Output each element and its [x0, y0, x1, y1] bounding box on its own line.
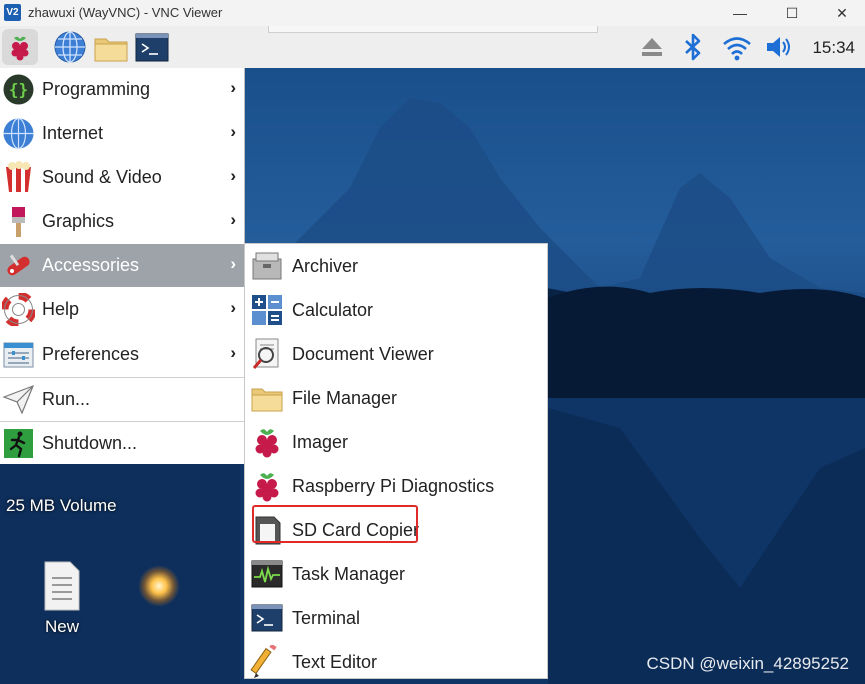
submenu-item-document-viewer[interactable]: Document Viewer [245, 332, 547, 376]
volume-drive-label[interactable]: 25 MB Volume [6, 496, 117, 516]
maximize-button[interactable]: ☐ [769, 0, 815, 26]
menu-item-label: Accessories [42, 255, 140, 275]
help-icon [0, 291, 37, 328]
taskbar: 15:34 [0, 26, 865, 69]
applications-menu: {} Programming › Internet › Sound & Vide… [0, 68, 245, 464]
sd-card-copier-highlight [252, 505, 418, 543]
submenu-item-label: Calculator [292, 300, 374, 320]
volume-icon[interactable] [762, 29, 798, 65]
submenu-item-raspberry-pi-diagnostics[interactable]: Raspberry Pi Diagnostics [245, 464, 547, 508]
text-editor-icon [250, 643, 284, 679]
menu-item-graphics[interactable]: Graphics › [0, 200, 244, 243]
sound-video-icon [2, 161, 35, 194]
eject-icon[interactable] [634, 29, 670, 65]
internet-icon [2, 117, 35, 150]
submenu-item-label: Imager [292, 432, 349, 452]
submenu-item-label: Document Viewer [292, 344, 434, 364]
chevron-right-icon: › [230, 343, 236, 362]
new-file-icon[interactable] [42, 560, 82, 612]
close-button[interactable]: ✕ [819, 0, 865, 26]
chevron-right-icon: › [230, 254, 236, 273]
watermark-text: CSDN @weixin_42895252 [646, 654, 849, 673]
new-file-label[interactable]: New [45, 617, 79, 637]
bluetooth-icon[interactable] [675, 29, 711, 65]
submenu-item-file-manager[interactable]: File Manager [245, 376, 547, 420]
run-icon [2, 383, 35, 416]
menu-item-label: Help [42, 299, 80, 319]
raspberry-icon [250, 469, 284, 503]
folder-icon [250, 381, 284, 415]
menu-item-label: Internet [42, 123, 104, 143]
chevron-right-icon: › [230, 298, 236, 317]
shutdown-icon [2, 427, 35, 460]
menu-item-label: Graphics [42, 211, 115, 231]
preferences-icon [2, 338, 35, 371]
submenu-item-terminal[interactable]: Terminal [245, 596, 547, 640]
menu-item-preferences[interactable]: Preferences › [0, 333, 244, 376]
submenu-item-label: Archiver [292, 256, 359, 276]
accessories-icon [2, 249, 35, 282]
menu-item-label: Preferences [42, 344, 140, 364]
minimize-button[interactable]: — [717, 0, 763, 26]
menu-item-accessories[interactable]: Accessories › [0, 244, 244, 287]
programming-icon: {} [2, 73, 35, 106]
graphics-icon [2, 205, 35, 238]
lantern-light [138, 565, 180, 607]
menu-item-help[interactable]: Help › [0, 288, 244, 331]
document-viewer-icon [250, 337, 284, 371]
menu-item-label: Run... [42, 389, 91, 409]
vnc-logo-icon: V2 [4, 4, 21, 21]
wifi-icon[interactable] [719, 29, 755, 65]
svg-text:{}: {} [9, 80, 28, 99]
submenu-item-label: File Manager [292, 388, 398, 408]
menu-item-label: Shutdown... [42, 433, 138, 453]
clock[interactable]: 15:34 [812, 38, 855, 58]
submenu-item-text-editor[interactable]: Text Editor [245, 640, 547, 684]
chevron-right-icon: › [230, 210, 236, 229]
window-title: zhawuxi (WayVNC) - VNC Viewer [28, 5, 223, 20]
terminal-icon[interactable] [134, 29, 170, 65]
raspberry-pi-menu-icon[interactable] [2, 29, 38, 65]
terminal-icon [250, 601, 284, 635]
submenu-item-label: Terminal [292, 608, 361, 628]
submenu-item-imager[interactable]: Imager [245, 420, 547, 464]
archiver-icon [250, 249, 284, 283]
web-browser-icon[interactable] [52, 29, 88, 65]
submenu-item-archiver[interactable]: Archiver [245, 244, 547, 288]
chevron-right-icon: › [230, 166, 236, 185]
accessories-submenu: Archiver Calculator Document Viewer File… [244, 243, 548, 679]
raspberry-icon [250, 425, 284, 459]
submenu-item-label: Text Editor [292, 652, 378, 672]
submenu-item-label: Task Manager [292, 564, 406, 584]
submenu-item-calculator[interactable]: Calculator [245, 288, 547, 332]
menu-item-sound-video[interactable]: Sound & Video › [0, 156, 244, 199]
menu-item-shutdown[interactable]: Shutdown... [0, 422, 244, 465]
chevron-right-icon: › [230, 122, 236, 141]
window-title-bar: V2 zhawuxi (WayVNC) - VNC Viewer — ☐ ✕ [0, 0, 865, 26]
chevron-right-icon: › [230, 78, 236, 97]
menu-item-programming[interactable]: {} Programming › [0, 68, 244, 111]
menu-item-internet[interactable]: Internet › [0, 112, 244, 155]
calculator-icon [250, 293, 284, 327]
menu-item-run[interactable]: Run... [0, 378, 244, 421]
menu-item-label: Programming [42, 79, 151, 99]
vnc-toolbar-handle[interactable] [268, 26, 598, 33]
submenu-item-label: Raspberry Pi Diagnostics [292, 476, 495, 496]
submenu-item-task-manager[interactable]: Task Manager [245, 552, 547, 596]
file-manager-icon[interactable] [93, 29, 129, 65]
menu-item-label: Sound & Video [42, 167, 162, 187]
task-manager-icon [250, 557, 284, 591]
